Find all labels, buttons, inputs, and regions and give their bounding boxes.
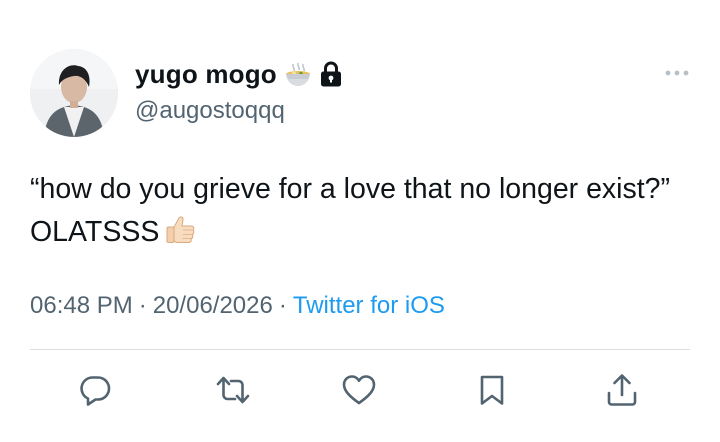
retweet-button[interactable] xyxy=(213,372,253,412)
tweet-date[interactable]: 20/06/2026 xyxy=(153,292,273,319)
tweet-meta: 06:48 PM · 20/06/2026 · Twitter for iOS xyxy=(30,292,445,320)
tweet-card: yugo mogo @augostoqqq “how do you grieve… xyxy=(0,0,720,442)
tweet-source-link[interactable]: Twitter for iOS xyxy=(293,292,445,319)
meta-separator: · xyxy=(138,292,147,319)
tweet-text: “how do you grieve for a love that no lo… xyxy=(30,168,690,254)
user-info[interactable]: yugo mogo @augostoqqq xyxy=(135,56,342,125)
user-handle[interactable]: @augostoqqq xyxy=(135,97,342,125)
retweet-icon xyxy=(215,373,251,412)
like-icon xyxy=(341,373,377,412)
bookmark-button[interactable] xyxy=(472,372,512,412)
lock-icon xyxy=(320,61,342,87)
meta-separator: · xyxy=(278,292,287,319)
like-button[interactable] xyxy=(339,372,379,412)
avatar[interactable] xyxy=(30,49,118,137)
divider xyxy=(30,349,690,350)
avatar-image xyxy=(30,49,118,137)
more-options-icon[interactable] xyxy=(664,66,690,80)
ramen-bowl-icon xyxy=(283,59,313,89)
reply-button[interactable] xyxy=(75,372,115,412)
share-button[interactable] xyxy=(602,372,642,412)
tweet-body: “how do you grieve for a love that no lo… xyxy=(30,173,671,248)
tweet-time[interactable]: 06:48 PM xyxy=(30,292,133,319)
share-icon xyxy=(605,372,639,413)
bookmark-icon xyxy=(477,373,507,412)
action-bar xyxy=(0,372,720,416)
thumbs-up-icon xyxy=(163,213,197,247)
display-name[interactable]: yugo mogo xyxy=(135,59,277,90)
reply-icon xyxy=(78,373,112,412)
display-name-row: yugo mogo xyxy=(135,56,342,92)
